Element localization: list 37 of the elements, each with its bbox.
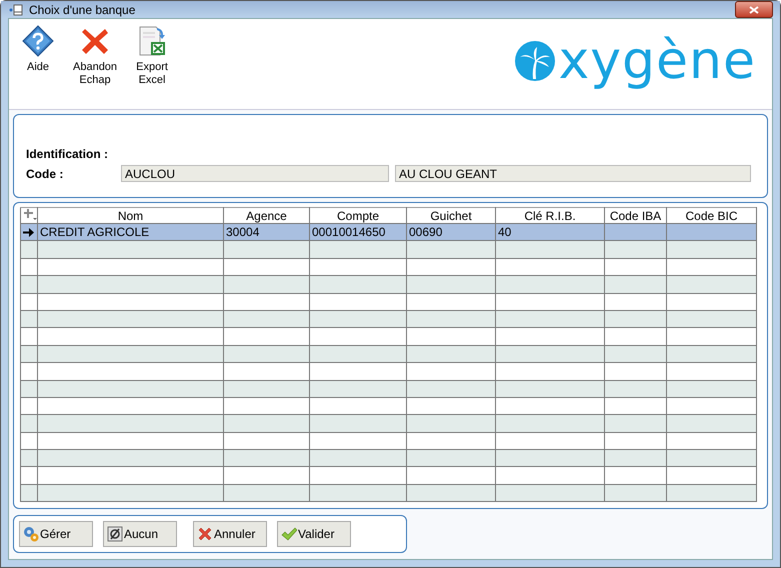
table-cell: 00690: [409, 225, 442, 240]
palm-logo-icon: [512, 39, 556, 83]
logo: xygène: [558, 33, 756, 89]
toolbar-button[interactable]: Export Excel: [131, 25, 174, 87]
column-header[interactable]: Clé R.I.B.: [496, 208, 604, 224]
action-button[interactable]: Annuler: [193, 521, 267, 548]
column-header[interactable]: Nom: [38, 208, 224, 224]
column-header[interactable]: Code IBA: [604, 208, 666, 224]
window-icon: [9, 4, 23, 16]
help-icon: [22, 25, 54, 57]
column-header[interactable]: Compte: [310, 208, 406, 224]
toolbar-button[interactable]: Abandon Echap: [73, 25, 118, 87]
table-cell: 00010014650: [312, 225, 386, 240]
table-row[interactable]: CREDIT AGRICOLE 30004 00010014650 00690 40: [20, 224, 756, 241]
arrow-icon: [23, 228, 34, 237]
name-field[interactable]: AU CLOU GEANT: [395, 165, 751, 182]
cross-icon: [197, 526, 213, 542]
column-header[interactable]: Code BIC: [666, 208, 756, 224]
window-title: Choix d'une banque: [29, 2, 136, 16]
close-icon: [749, 6, 759, 14]
table-cell: 40: [498, 225, 512, 240]
add-column-icon[interactable]: [23, 208, 36, 220]
empty-set-icon: [107, 526, 123, 542]
table-cell: CREDIT AGRICOLE: [40, 225, 150, 240]
action-button[interactable]: Aucun: [103, 521, 177, 548]
gears-icon: [23, 526, 39, 542]
field-label: Code :: [26, 166, 64, 180]
code-field[interactable]: AUCLOU: [121, 165, 389, 182]
close-button[interactable]: [735, 1, 773, 18]
toolbar-button[interactable]: Aide: [17, 25, 59, 74]
column-header[interactable]: Guichet: [406, 208, 496, 224]
check-icon: [281, 526, 297, 542]
section-heading: Identification :: [26, 147, 109, 161]
column-header[interactable]: Agence: [224, 208, 310, 224]
action-button[interactable]: Gérer: [19, 521, 93, 548]
table-cell: 30004: [226, 225, 260, 240]
action-button[interactable]: Valider: [277, 521, 351, 548]
